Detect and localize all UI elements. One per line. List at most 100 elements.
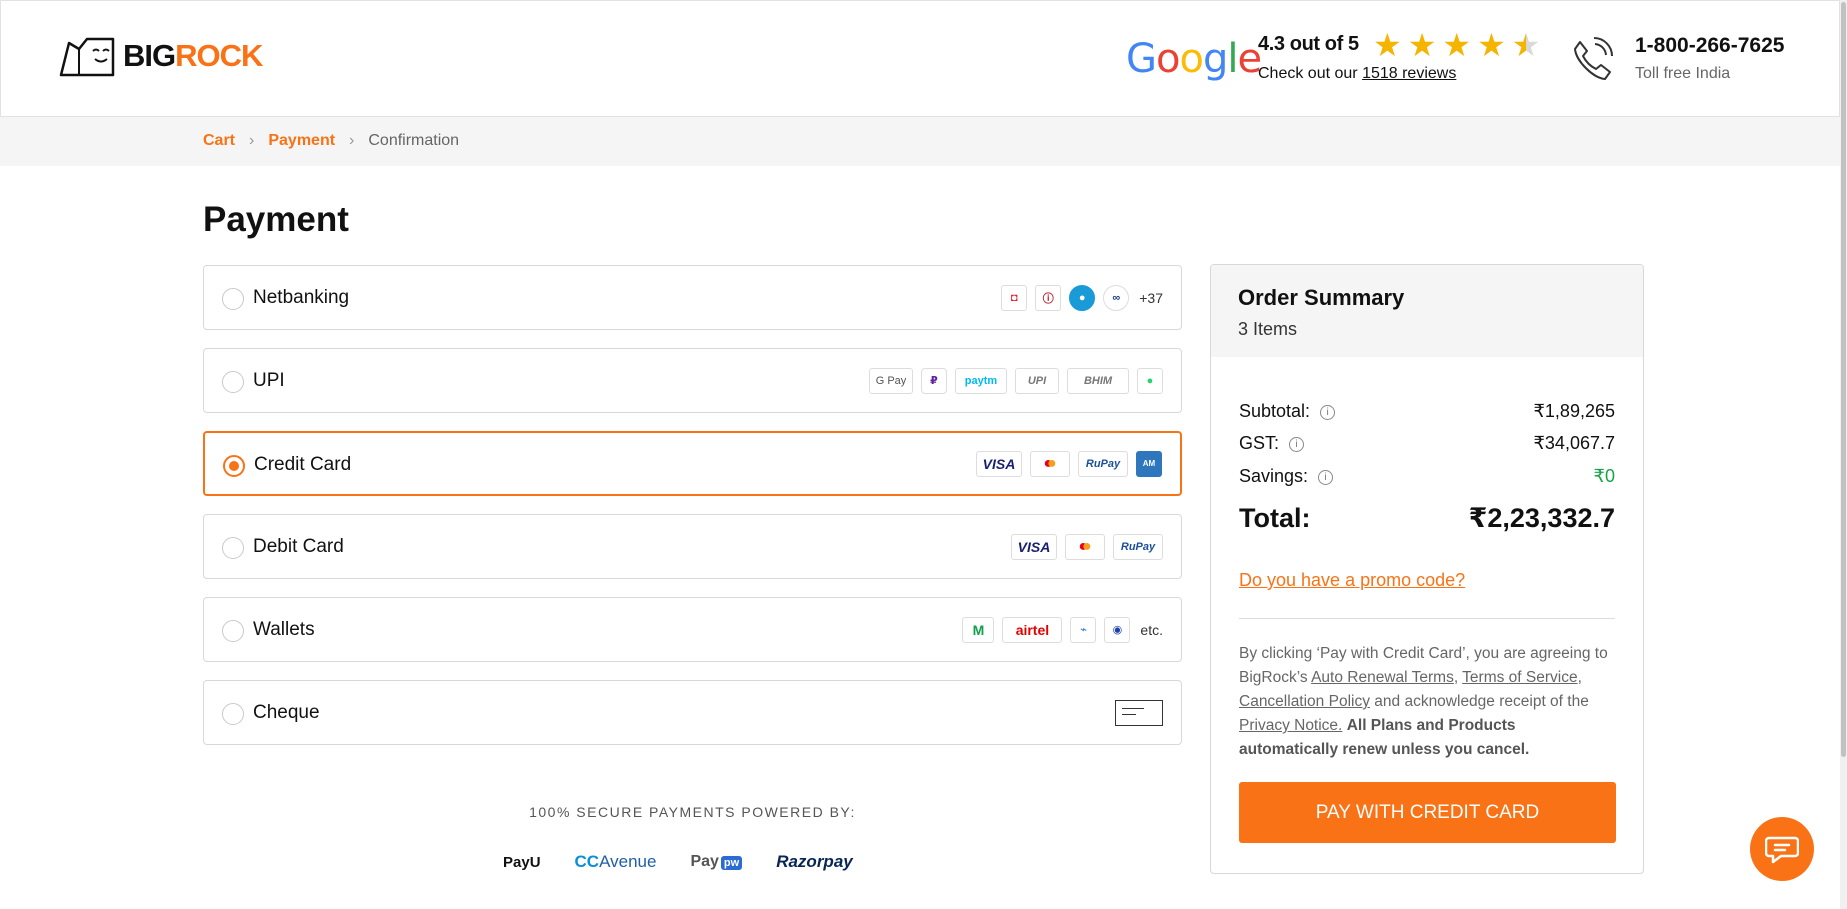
terms-text: By clicking ‘Pay with Credit Card’, you …: [1239, 645, 1608, 758]
payment-option-credit-card[interactable]: Credit Card VISA ● ● RuPay AM: [203, 431, 1182, 496]
google-logo: Google: [1126, 36, 1262, 82]
option-label: Debit Card: [253, 536, 344, 557]
total-label: Total:: [1239, 503, 1311, 533]
terms-of-service-link[interactable]: Terms of Service: [1462, 669, 1577, 686]
star-icon: ★: [1373, 27, 1402, 63]
gst-value: ₹34,067.7: [1533, 433, 1615, 453]
info-icon[interactable]: i: [1320, 404, 1336, 420]
logo-mascot-icon: [59, 37, 115, 77]
breadcrumb-cart[interactable]: Cart: [203, 132, 235, 150]
option-label: Wallets: [253, 619, 315, 640]
mastercard-icon: ● ●: [1065, 533, 1105, 560]
radio-debit-card[interactable]: [222, 537, 244, 559]
chat-icon: [1765, 836, 1799, 864]
more-wallets: etc.: [1140, 621, 1163, 638]
reviews-link[interactable]: 1518 reviews: [1362, 65, 1456, 82]
star-icon: ★: [1407, 27, 1437, 63]
payment-option-cheque[interactable]: Cheque: [203, 680, 1182, 745]
visa-icon: VISA: [1011, 533, 1057, 560]
upi-icon: UPI: [1015, 367, 1059, 394]
razorpay-logo: Razorpay: [776, 852, 853, 871]
payu-logo: PayU: [503, 853, 541, 871]
gpay-icon: G Pay: [869, 367, 913, 394]
rating-text: 4.3 out of 5: [1258, 33, 1359, 55]
paypw-logo: Pay pw: [690, 853, 743, 871]
logo-wordmark: BIGROCK: [123, 38, 263, 73]
payment-option-wallets[interactable]: Wallets M airtel ⌁ ◉ etc.: [203, 597, 1182, 662]
savings-value: ₹0: [1593, 466, 1615, 486]
option-label: Credit Card: [254, 454, 352, 475]
card-logos: VISA ● ● RuPay AM: [976, 433, 1162, 494]
star-icon: ★: [1442, 27, 1472, 63]
chat-button[interactable]: [1750, 817, 1814, 881]
payment-option-upi[interactable]: UPI G Pay ₽ paytm UPI BHIM ●: [203, 348, 1182, 413]
auto-renewal-link[interactable]: Auto Renewal Terms: [1311, 669, 1454, 686]
payment-option-debit-card[interactable]: Debit Card VISA ● ● RuPay: [203, 514, 1182, 579]
subtotal-value: ₹1,89,265: [1533, 401, 1615, 421]
cheque-logos: [1115, 681, 1163, 744]
google-rating: 4.3 out of 5 ★ ★ ★ ★ ★: [1258, 29, 1540, 61]
page-scrollbar[interactable]: [1840, 0, 1847, 909]
chevron-right-icon: ›: [249, 132, 255, 149]
order-summary: Order Summary 3 Items Subtotal: i ₹1,89,2…: [1210, 264, 1644, 874]
reviews-line: Check out our 1518 reviews: [1258, 65, 1457, 82]
subtotal-row: Subtotal: i ₹1,89,265: [1239, 401, 1615, 421]
kotak-bank-icon: ∞: [1103, 284, 1130, 311]
privacy-notice-link[interactable]: Privacy Notice.: [1239, 717, 1342, 734]
upi-logos: G Pay ₽ paytm UPI BHIM ●: [869, 349, 1163, 412]
radio-wallets[interactable]: [222, 620, 244, 642]
rupay-icon: RuPay: [1113, 533, 1163, 560]
payment-gateways: PayU CCAvenue Pay pw Razorpay: [503, 852, 853, 872]
visa-icon: VISA: [976, 450, 1022, 477]
promo-code-link[interactable]: Do you have a promo code?: [1239, 570, 1465, 591]
freecharge-icon: ⌁: [1070, 616, 1097, 643]
hdfc-bank-icon: ◘: [1001, 284, 1028, 311]
star-icon: ★: [1477, 27, 1506, 63]
icici-bank-icon: ⓘ: [1035, 284, 1062, 311]
ccavenue-logo: CCAvenue: [574, 852, 657, 871]
radio-credit-card[interactable]: [223, 455, 245, 477]
summary-title: Order Summary: [1238, 285, 1405, 310]
rupay-icon: RuPay: [1078, 450, 1128, 477]
gst-row: GST: i ₹34,067.7: [1239, 433, 1615, 453]
summary-header: Order Summary 3 Items: [1211, 265, 1643, 357]
info-icon[interactable]: i: [1289, 436, 1305, 452]
pay-with-credit-card-button[interactable]: PAY WITH CREDIT CARD: [1239, 782, 1616, 843]
option-label: Cheque: [253, 702, 320, 723]
savings-row: Savings: i ₹0: [1239, 466, 1615, 486]
mastercard-icon: ● ●: [1030, 450, 1070, 477]
bhim-icon: BHIM: [1067, 367, 1129, 394]
info-icon[interactable]: i: [1318, 469, 1334, 485]
radio-upi[interactable]: [222, 371, 244, 393]
phone-subtext: Toll free India: [1635, 65, 1731, 82]
breadcrumb-payment[interactable]: Payment: [268, 132, 335, 150]
option-label: UPI: [253, 370, 285, 391]
total-value: ₹2,23,332.7: [1468, 503, 1615, 533]
cancellation-policy-link[interactable]: Cancellation Policy: [1239, 693, 1370, 710]
wallet-logos: M airtel ⌁ ◉ etc.: [962, 598, 1163, 661]
wallet-brand-icon: ◉: [1104, 616, 1131, 643]
whatsapp-icon: ●: [1137, 367, 1163, 394]
radio-cheque[interactable]: [222, 703, 244, 725]
mobikwik-icon: M: [962, 616, 995, 643]
breadcrumb-confirmation: Confirmation: [368, 132, 460, 149]
phone-icon: [1574, 37, 1613, 80]
amex-icon: AM: [1136, 450, 1162, 477]
total-row: Total: ₹2,23,332.7: [1239, 503, 1615, 534]
breadcrumb: Cart › Payment › Confirmation: [203, 132, 459, 150]
cheque-icon: [1115, 699, 1163, 726]
phonepe-icon: ₽: [921, 367, 947, 394]
chevron-right-icon: ›: [349, 132, 355, 149]
payment-option-netbanking[interactable]: Netbanking ◘ ⓘ ● ∞ +37: [203, 265, 1182, 330]
breadcrumb-bar: Cart › Payment › Confirmation: [0, 117, 1840, 166]
bigrock-logo[interactable]: BIGROCK: [57, 35, 263, 77]
summary-item-count: 3 Items: [1238, 319, 1298, 339]
secure-payments-text: 100% SECURE PAYMENTS POWERED BY:: [529, 804, 856, 820]
phone-number[interactable]: 1-800-266-7625: [1635, 34, 1784, 58]
divider: [1239, 618, 1615, 619]
radio-netbanking[interactable]: [222, 288, 244, 310]
option-label: Netbanking: [253, 287, 350, 308]
more-banks-count: +37: [1139, 289, 1163, 306]
site-header: BIGROCK Google 4.3 out of 5 ★ ★ ★ ★ ★ Ch…: [0, 0, 1840, 117]
paytm-icon: paytm: [955, 367, 1007, 394]
